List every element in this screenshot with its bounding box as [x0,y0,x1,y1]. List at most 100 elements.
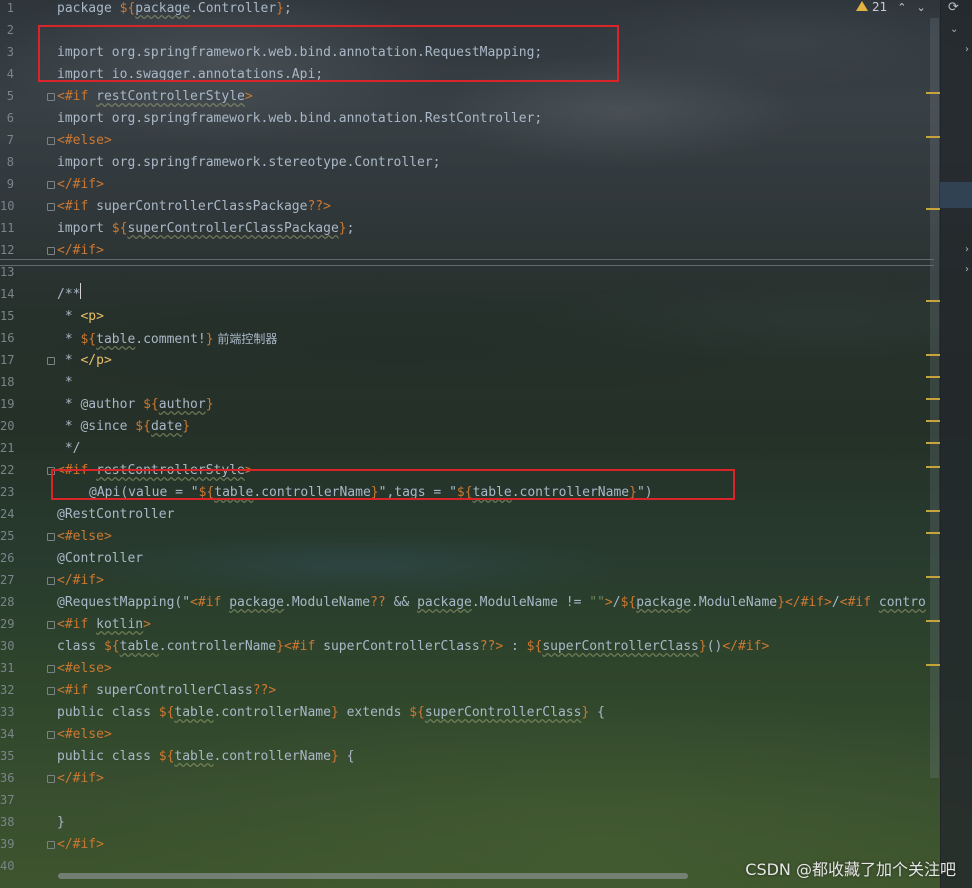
code-line[interactable]: </#if> [57,836,104,854]
fold-toggle-icon[interactable] [47,137,55,145]
code-token: "" [589,595,605,610]
code-token: <#if [57,199,97,214]
refresh-icon[interactable]: ⟳ [948,0,959,15]
code-token: ??> [479,639,504,654]
code-line[interactable]: <#if kotlin> [57,616,151,634]
line-number: 12 [0,243,15,257]
code-token: <#if [57,89,97,104]
code-line[interactable]: <#else> [57,660,112,678]
code-line[interactable]: </#if> [57,242,104,260]
code-line[interactable]: * @since ${date} [57,418,190,436]
warning-marker[interactable] [926,576,940,578]
warning-marker[interactable] [926,300,940,302]
code-line[interactable]: public class ${table.controllerName} { [57,748,354,766]
code-token: ?? [370,595,386,610]
code-line[interactable]: @RequestMapping("<#if package.ModuleName… [57,594,926,612]
code-line[interactable]: <#if superControllerClassPackage??> [57,198,331,216]
code-editor[interactable]: 1 2 3 4 5 6 7 8 9 10 11 12 13 14 15 16 17 18 19 20 21 22 23 24 2… [0,0,972,888]
warning-indicator[interactable]: 21 [856,0,887,14]
warning-marker[interactable] [926,92,940,94]
code-line[interactable]: */ [57,440,81,458]
code-token: { [589,705,605,720]
chevron-down-icon[interactable]: ⌄ [917,1,926,14]
warning-marker[interactable] [926,442,940,444]
code-token: public class [57,705,159,720]
line-number: 29 [0,617,15,631]
code-line[interactable]: import org.springframework.web.bind.anno… [57,110,542,128]
code-line[interactable]: class ${table.controllerName}<#if superC… [57,638,769,656]
code-line[interactable]: /** [57,286,80,304]
chevron-down-icon[interactable]: ⌄ [950,24,958,35]
fold-toggle-icon[interactable] [47,841,55,849]
code-line[interactable]: <#if superControllerClass??> [57,682,276,700]
warning-marker[interactable] [926,620,940,622]
fold-toggle-icon[interactable] [47,775,55,783]
fold-toggle-icon[interactable] [47,181,55,189]
code-line[interactable]: <#else> [57,528,112,546]
code-token: * [57,309,81,324]
fold-toggle-icon[interactable] [47,621,55,629]
code-token: restControllerStyle [96,89,245,104]
chevron-right-icon[interactable]: › [965,44,969,55]
chevron-right-icon[interactable]: › [965,264,969,275]
code-token: } [330,749,339,764]
code-token: superControllerClass [323,639,480,654]
code-line[interactable]: * </p> [57,352,112,370]
code-line[interactable]: package ${package.Controller}; [57,0,292,18]
fold-toggle-icon[interactable] [47,203,55,211]
warning-marker[interactable] [926,136,940,138]
warning-marker[interactable] [926,376,940,378]
code-token: * [57,353,81,368]
fold-toggle-icon[interactable] [47,577,55,585]
fold-toggle-icon[interactable] [47,247,55,255]
code-token: ${ [80,332,97,347]
warning-marker[interactable] [926,420,940,422]
code-line[interactable]: </#if> [57,572,104,590]
code-line[interactable]: * [57,374,73,392]
fold-toggle-icon[interactable] [47,731,55,739]
code-token: </#if> [57,771,104,786]
line-number: 26 [0,551,15,565]
code-token: @RestController [57,507,175,522]
code-token: ${ [620,595,637,610]
line-number: 27 [0,573,15,587]
code-line[interactable]: <#else> [57,132,112,150]
warning-marker[interactable] [926,664,940,666]
warning-marker[interactable] [926,532,940,534]
code-line[interactable]: * <p> [57,308,104,326]
code-token: 前端控制器 [213,332,278,346]
fold-toggle-icon[interactable] [47,93,55,101]
warning-marker[interactable] [926,398,940,400]
line-number: 25 [0,529,15,543]
chevron-right-icon[interactable]: › [965,244,969,255]
code-line[interactable]: import org.springframework.stereotype.Co… [57,154,441,172]
fold-toggle-icon[interactable] [47,687,55,695]
line-number: 17 [0,353,15,367]
fold-toggle-icon[interactable] [47,665,55,673]
code-line[interactable]: @Controller [57,550,143,568]
horizontal-scrollbar[interactable] [58,873,688,879]
code-line[interactable]: @RestController [57,506,174,524]
code-line[interactable]: </#if> [57,176,104,194]
code-token: } [276,1,284,16]
warning-triangle-icon [856,1,868,11]
code-token: </#if> [57,177,104,192]
code-line[interactable]: * ${table.comment!} 前端控制器 [57,330,278,349]
code-token: ${ [135,419,151,434]
code-line[interactable]: public class ${table.controllerName} ext… [57,704,605,722]
fold-toggle-icon[interactable] [47,357,55,365]
warning-marker[interactable] [926,466,940,468]
warning-marker[interactable] [926,208,940,210]
code-line[interactable]: } [57,814,65,832]
code-line[interactable]: <#if restControllerStyle> [57,88,253,106]
chevron-up-icon[interactable]: ⌃ [897,1,906,14]
warning-marker[interactable] [926,510,940,512]
code-line[interactable]: </#if> [57,770,104,788]
code-line[interactable]: * @author ${author} [57,396,214,414]
fold-toggle-icon[interactable] [47,533,55,541]
code-token: */ [57,441,81,456]
code-line[interactable]: <#else> [57,726,112,744]
code-line[interactable]: import ${superControllerClassPackage}; [57,220,354,238]
warning-marker[interactable] [926,354,940,356]
line-number: 16 [0,331,15,345]
